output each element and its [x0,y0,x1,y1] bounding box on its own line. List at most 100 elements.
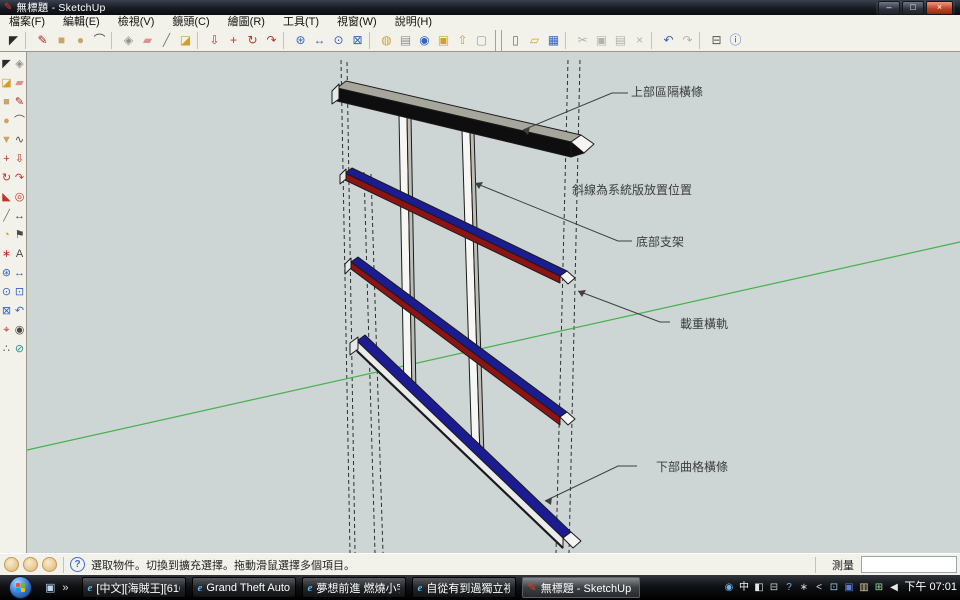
menu-draw[interactable]: 繪圖(R) [219,15,274,29]
taskbar-task-onepiece[interactable]: e [中文][海賊王][610... [82,577,186,598]
polygon-tool[interactable]: ▼ [0,134,13,147]
redo-button[interactable]: ↷ [678,31,697,50]
tray-ime-language-icon[interactable]: 中 [738,575,750,600]
offset-tool[interactable]: ↷ [262,31,281,50]
select-tool[interactable]: ◤ [0,58,13,71]
get-models-tool[interactable]: ▣ [434,31,453,50]
new-file-button[interactable]: ▯ [506,31,525,50]
zoom-tool[interactable]: ⊙ [0,286,13,299]
rectangle-tool[interactable]: ■ [52,31,71,50]
tray-help-icon[interactable]: ? [783,575,795,600]
taskbar-task-gta[interactable]: e Grand Theft Auto B... [192,577,296,598]
minimize-button[interactable]: – [878,1,900,15]
status-hint-icon-1[interactable] [4,557,19,572]
close-button[interactable]: × [926,1,953,15]
dimension-tool[interactable]: ↔ [13,210,26,223]
section-plane-tool[interactable]: ⊘ [13,343,26,356]
help-question-icon[interactable]: ? [70,557,85,572]
eraser-tool[interactable]: ▰ [13,77,26,90]
tray-display-icon[interactable]: ⊞ [873,575,885,600]
circle-tool[interactable]: ● [0,115,13,128]
move-tool[interactable]: + [0,153,13,166]
undo-button[interactable]: ↶ [659,31,678,50]
quick-launch-overflow-chevron[interactable]: » [62,582,68,594]
scale-tool[interactable]: ◣ [0,191,13,204]
3d-text-tool[interactable]: A [13,248,26,261]
position-camera-tool[interactable]: ⌖ [0,324,13,337]
print-button[interactable]: ⊟ [707,31,726,50]
axes-tool[interactable]: ∗ [0,248,13,261]
pan-tool[interactable]: ↔ [13,267,26,280]
line-tool[interactable]: ✎ [13,96,26,109]
tray-clipboard-icon[interactable]: ▥ [858,575,870,600]
freehand-tool[interactable]: ∿ [13,134,26,147]
add-location-tool[interactable]: ◉ [415,31,434,50]
push-pull-tool[interactable]: ⇩ [13,153,26,166]
start-button[interactable] [9,576,32,599]
taskbar-task-dream[interactable]: e 夢想前進 燃燒小宇... [302,577,406,598]
follow-me-tool[interactable]: ↷ [13,172,26,185]
menu-file[interactable]: 檔案(F) [0,15,54,29]
tape-measure-tool[interactable]: ╱ [157,31,176,50]
taskbar-task-sketchup[interactable]: ✎ 無標題 - SketchUp [522,577,640,598]
paint-bucket-tool[interactable]: ◪ [0,77,13,90]
measurement-input[interactable] [861,556,957,573]
model-viewport[interactable]: 上部區隔橫條 斜線為系統版放置位置 底部支架 載重橫軌 下部曲格橫條 [27,52,960,553]
tray-device-icon[interactable]: ∗ [798,575,810,600]
move-tool[interactable]: + [224,31,243,50]
rectangle-tool[interactable]: ■ [0,96,13,109]
tray-ime-mode-icon[interactable]: ◧ [753,575,765,600]
protractor-tool[interactable]: ◔ [0,229,13,242]
tray-network-globe-icon[interactable]: ◉ [723,575,735,600]
tray-printer-icon[interactable]: ⊟ [768,575,780,600]
tape-measure-tool[interactable]: ╱ [0,210,13,223]
tray-volume-icon[interactable]: ◀ [888,575,900,600]
tray-network-icon[interactable]: ⊡ [828,575,840,600]
eraser-tool[interactable]: ▰ [138,31,157,50]
make-component-tool[interactable]: ◈ [13,58,26,71]
taskbar-clock[interactable]: 下午 07:01 [904,575,957,600]
zoom-extents-tool[interactable]: ⊠ [348,31,367,50]
tray-app-icon[interactable]: ▣ [843,575,855,600]
menu-window[interactable]: 視窗(W) [328,15,386,29]
menu-view[interactable]: 檢視(V) [109,15,164,29]
zoom-previous-tool[interactable]: ↶ [13,305,26,318]
text-tool[interactable]: ⚑ [13,229,26,242]
get-current-view-tool[interactable]: ◍ [377,31,396,50]
quick-launch-icon[interactable]: ▣ [45,581,55,594]
menu-help[interactable]: 說明(H) [386,15,441,29]
status-hint-icon-3[interactable] [42,557,57,572]
offset-tool[interactable]: ◎ [13,191,26,204]
orbit-tool[interactable]: ⊛ [291,31,310,50]
orbit-tool[interactable]: ⊛ [0,267,13,280]
rotate-tool[interactable]: ↻ [0,172,13,185]
share-models-tool[interactable]: ⇧ [453,31,472,50]
open-file-button[interactable]: ▱ [525,31,544,50]
toggle-terrain-tool[interactable]: ▤ [396,31,415,50]
tray-chevron-icon[interactable]: < [813,575,825,600]
make-component-tool[interactable]: ◈ [119,31,138,50]
menu-camera[interactable]: 鏡頭(C) [163,15,218,29]
rotate-tool[interactable]: ↻ [243,31,262,50]
restore-button[interactable]: □ [902,1,924,15]
menu-tools[interactable]: 工具(T) [274,15,328,29]
zoom-tool[interactable]: ⊙ [329,31,348,50]
taskbar-task-window[interactable]: e 自從有到過獨立視... [412,577,516,598]
push-pull-tool[interactable]: ⇩ [205,31,224,50]
arc-tool[interactable]: ⌒ [90,31,109,50]
select-tool[interactable]: ◤ [4,31,23,50]
paste-button[interactable]: ▤ [611,31,630,50]
zoom-window-tool[interactable]: ⊡ [13,286,26,299]
menu-edit[interactable]: 編輯(E) [54,15,109,29]
pan-tool[interactable]: ↔ [310,31,329,50]
line-tool[interactable]: ✎ [33,31,52,50]
cut-button[interactable]: ✂ [573,31,592,50]
circle-tool[interactable]: ● [71,31,90,50]
zoom-extents-tool[interactable]: ⊠ [0,305,13,318]
erase-button[interactable]: × [630,31,649,50]
arc-tool[interactable]: ⌒ [13,115,26,128]
look-around-tool[interactable]: ◉ [13,324,26,337]
status-hint-icon-2[interactable] [23,557,38,572]
save-file-button[interactable]: ▦ [544,31,563,50]
walk-tool[interactable]: ∴ [0,343,13,356]
